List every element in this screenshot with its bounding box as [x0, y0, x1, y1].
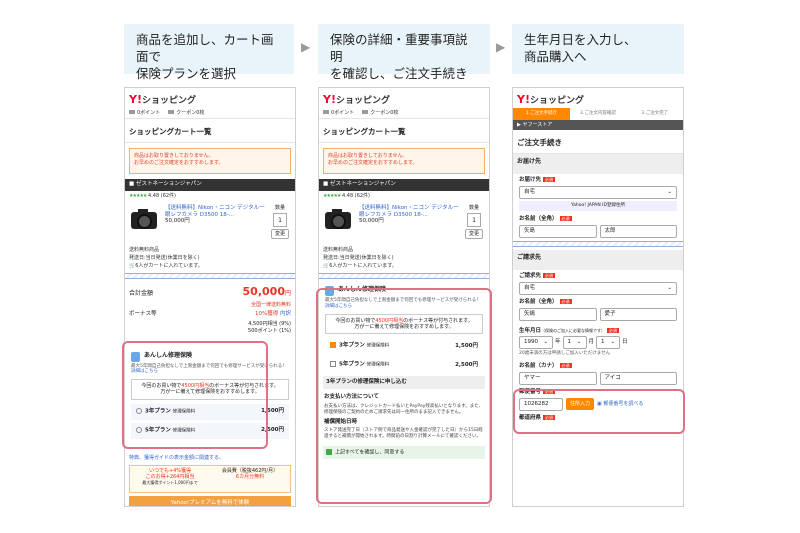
store-icon: ■ — [323, 181, 330, 188]
product-row: 【送料無料】Nikon・ニコン デジタル一眼レフカメラ D3500 18-...… — [319, 202, 489, 246]
kana-last-input[interactable]: ヤマー — [519, 371, 597, 385]
yahoo-shopping-logo[interactable]: Y!ショッピング — [125, 88, 295, 108]
point-icon — [129, 109, 135, 114]
quantity-input[interactable]: 1 — [273, 212, 287, 227]
store-rating: ★★★★★ 4.48 (62件) — [129, 193, 177, 200]
section-divider — [513, 240, 683, 247]
highlight-frame — [122, 341, 268, 449]
notice-box: 商品はお取り置きしておりません。 お早めのご注文確定をおすすめします。 — [323, 148, 485, 175]
coupon-icon — [362, 109, 369, 114]
chevron-down-icon: ⌄ — [667, 189, 672, 196]
highlight-frame — [513, 389, 685, 434]
yahoo-shopping-logo[interactable]: Y!ショッピング — [513, 88, 683, 108]
delivery-section-header: お届け先 — [513, 154, 683, 175]
last-name-input[interactable]: 矢島 — [519, 224, 597, 238]
arrow-icon: ▶ — [496, 40, 506, 54]
section-divider — [319, 273, 489, 280]
camera-image[interactable] — [129, 205, 161, 233]
dob-row: 1990 ⌄ 年 1 ⌄ 月 1 ⌄ 日 — [519, 336, 677, 350]
store-name[interactable]: ■ ゼストネーションジャパン — [319, 179, 489, 192]
quantity-input[interactable]: 1 — [467, 212, 481, 227]
highlight-frame — [316, 288, 492, 504]
page-title: ショッピングカート一覧 — [319, 119, 489, 144]
product-price: 50,000円 — [165, 218, 190, 225]
step-3-caption: 生年月日を入力し、 商品購入へ — [512, 24, 684, 74]
coupon-icon — [168, 109, 175, 114]
billing-first-name-input[interactable]: 愛子 — [599, 307, 677, 321]
store-icon: ■ — [129, 181, 136, 188]
points-bar: 0ポイント クーポン0枚 — [319, 108, 489, 119]
page-title: ショッピングカート一覧 — [125, 119, 295, 144]
step-2-caption: 保険の詳細・重要事項説明 を確認し、ご注文手続きへ — [318, 24, 490, 98]
billing-section-header: ご請求先 — [513, 249, 683, 270]
change-button[interactable]: 変更 — [465, 228, 483, 240]
total-row: 合計金額 50,000円 — [129, 285, 291, 299]
chevron-down-icon: ⌄ — [667, 284, 672, 291]
first-name-input[interactable]: 太郎 — [599, 224, 677, 238]
bonus-row: ボーナス等 10%獲得 内訳 — [129, 311, 291, 318]
star-icon: ★★★★★ — [323, 193, 341, 200]
yahoo-shopping-logo[interactable]: Y!ショッピング — [319, 88, 489, 108]
page-title: ご注文手続き — [513, 130, 683, 155]
change-button[interactable]: 変更 — [271, 228, 289, 240]
cart-count: 🛒6人がカートに入れています。 — [129, 263, 203, 270]
product-name[interactable]: 【送料無料】Nikon・ニコン デジタル一眼レフカメラ D3500 18-... — [165, 205, 265, 219]
product-row: 【送料無料】Nikon・ニコン デジタル一眼レフカメラ D3500 18-...… — [125, 202, 295, 246]
delivery-select[interactable]: 自宅 ⌄ — [519, 186, 677, 200]
step-1-caption: 商品を追加し、カート画面で 保険プランを選択 — [124, 24, 294, 81]
section-divider — [125, 273, 295, 280]
phone-screen-checkout: Y!ショッピング 1.ご注文手続き 2.ご注文内容確認 3.ご注文完了 ▶ ヤフース… — [512, 87, 684, 507]
birth-year-select[interactable]: 1990 ⌄ — [519, 336, 553, 350]
billing-last-name-input[interactable]: 矢嶋 — [519, 307, 597, 321]
checkout-steps: 1.ご注文手続き 2.ご注文内容確認 3.ご注文完了 — [513, 108, 683, 120]
points-bar: 0ポイント クーポン0枚 — [125, 108, 295, 119]
camera-image[interactable] — [323, 205, 355, 233]
birth-day-select[interactable]: 1 ⌄ — [596, 336, 621, 350]
kana-first-input[interactable]: アイコ — [599, 371, 677, 385]
notice-box: 商品はお取り置きしておりません。 お早めのご注文確定をおすすめします。 — [129, 148, 291, 175]
premium-promo: いつでも+4%獲得 このお得+264円相当 最大獲得ポイント1,000円まで 会員費… — [129, 464, 291, 493]
point-icon — [323, 109, 329, 114]
birth-month-select[interactable]: 1 ⌄ — [562, 336, 587, 350]
billing-select[interactable]: 自宅 ⌄ — [519, 281, 677, 295]
premium-trial-button[interactable]: Yahoo!プレミアムを無料で体験 — [129, 495, 291, 506]
arrow-icon: ▶ — [301, 40, 311, 54]
star-icon: ★★★★★ — [129, 193, 147, 200]
store-name[interactable]: ■ ゼストネーションジャパン — [125, 179, 295, 192]
store-name[interactable]: ▶ ヤフーストア — [513, 120, 683, 130]
